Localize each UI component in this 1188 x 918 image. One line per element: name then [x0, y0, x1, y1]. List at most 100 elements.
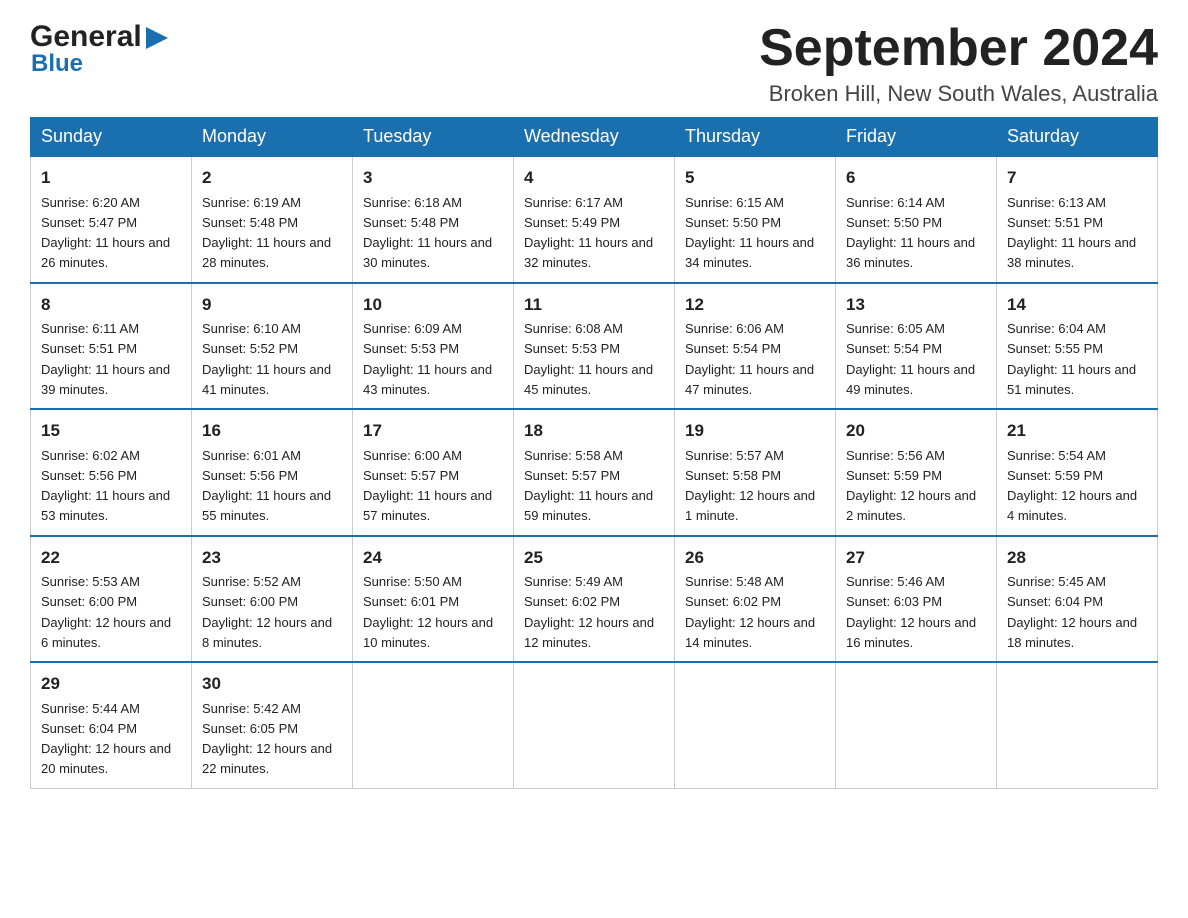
- calendar-cell: 23 Sunrise: 5:52 AMSunset: 6:00 PMDaylig…: [192, 536, 353, 663]
- day-number: 20: [846, 418, 986, 444]
- day-info: Sunrise: 5:48 AMSunset: 6:02 PMDaylight:…: [685, 574, 815, 650]
- day-number: 24: [363, 545, 503, 571]
- calendar-cell: 11 Sunrise: 6:08 AMSunset: 5:53 PMDaylig…: [514, 283, 675, 410]
- calendar-cell: 27 Sunrise: 5:46 AMSunset: 6:03 PMDaylig…: [836, 536, 997, 663]
- logo-text-blue: Blue: [30, 50, 168, 78]
- day-info: Sunrise: 6:09 AMSunset: 5:53 PMDaylight:…: [363, 321, 492, 397]
- calendar-cell: 8 Sunrise: 6:11 AMSunset: 5:51 PMDayligh…: [31, 283, 192, 410]
- calendar-cell: 5 Sunrise: 6:15 AMSunset: 5:50 PMDayligh…: [675, 156, 836, 283]
- calendar-cell: 28 Sunrise: 5:45 AMSunset: 6:04 PMDaylig…: [997, 536, 1158, 663]
- day-info: Sunrise: 6:06 AMSunset: 5:54 PMDaylight:…: [685, 321, 814, 397]
- header-friday: Friday: [836, 118, 997, 157]
- calendar-cell: 4 Sunrise: 6:17 AMSunset: 5:49 PMDayligh…: [514, 156, 675, 283]
- calendar-cell: 17 Sunrise: 6:00 AMSunset: 5:57 PMDaylig…: [353, 409, 514, 536]
- logo-arrow-icon: [146, 20, 168, 54]
- day-number: 26: [685, 545, 825, 571]
- day-info: Sunrise: 5:53 AMSunset: 6:00 PMDaylight:…: [41, 574, 171, 650]
- day-number: 11: [524, 292, 664, 318]
- header-sunday: Sunday: [31, 118, 192, 157]
- header-thursday: Thursday: [675, 118, 836, 157]
- day-number: 12: [685, 292, 825, 318]
- calendar-cell: 9 Sunrise: 6:10 AMSunset: 5:52 PMDayligh…: [192, 283, 353, 410]
- day-info: Sunrise: 6:19 AMSunset: 5:48 PMDaylight:…: [202, 195, 331, 271]
- calendar-cell: 18 Sunrise: 5:58 AMSunset: 5:57 PMDaylig…: [514, 409, 675, 536]
- day-info: Sunrise: 5:56 AMSunset: 5:59 PMDaylight:…: [846, 448, 976, 524]
- day-number: 7: [1007, 165, 1147, 191]
- day-number: 13: [846, 292, 986, 318]
- calendar-cell: 20 Sunrise: 5:56 AMSunset: 5:59 PMDaylig…: [836, 409, 997, 536]
- day-info: Sunrise: 6:10 AMSunset: 5:52 PMDaylight:…: [202, 321, 331, 397]
- calendar-cell: 30 Sunrise: 5:42 AMSunset: 6:05 PMDaylig…: [192, 662, 353, 788]
- calendar-cell: 25 Sunrise: 5:49 AMSunset: 6:02 PMDaylig…: [514, 536, 675, 663]
- header-saturday: Saturday: [997, 118, 1158, 157]
- day-info: Sunrise: 5:49 AMSunset: 6:02 PMDaylight:…: [524, 574, 654, 650]
- day-info: Sunrise: 6:11 AMSunset: 5:51 PMDaylight:…: [41, 321, 170, 397]
- calendar-cell: [353, 662, 514, 788]
- day-number: 19: [685, 418, 825, 444]
- day-info: Sunrise: 6:02 AMSunset: 5:56 PMDaylight:…: [41, 448, 170, 524]
- week-row-1: 1 Sunrise: 6:20 AMSunset: 5:47 PMDayligh…: [31, 156, 1158, 283]
- day-number: 3: [363, 165, 503, 191]
- calendar-cell: [836, 662, 997, 788]
- day-number: 29: [41, 671, 181, 697]
- day-number: 25: [524, 545, 664, 571]
- day-info: Sunrise: 6:14 AMSunset: 5:50 PMDaylight:…: [846, 195, 975, 271]
- day-number: 18: [524, 418, 664, 444]
- calendar-cell: 1 Sunrise: 6:20 AMSunset: 5:47 PMDayligh…: [31, 156, 192, 283]
- day-info: Sunrise: 5:52 AMSunset: 6:00 PMDaylight:…: [202, 574, 332, 650]
- day-info: Sunrise: 6:00 AMSunset: 5:57 PMDaylight:…: [363, 448, 492, 524]
- calendar-cell: [514, 662, 675, 788]
- logo-text-general: General: [30, 20, 142, 54]
- header-monday: Monday: [192, 118, 353, 157]
- day-info: Sunrise: 6:13 AMSunset: 5:51 PMDaylight:…: [1007, 195, 1136, 271]
- location-title: Broken Hill, New South Wales, Australia: [759, 81, 1158, 107]
- logo-line1: General: [30, 20, 168, 54]
- calendar-cell: 14 Sunrise: 6:04 AMSunset: 5:55 PMDaylig…: [997, 283, 1158, 410]
- day-number: 28: [1007, 545, 1147, 571]
- calendar-cell: 22 Sunrise: 5:53 AMSunset: 6:00 PMDaylig…: [31, 536, 192, 663]
- calendar-cell: 13 Sunrise: 6:05 AMSunset: 5:54 PMDaylig…: [836, 283, 997, 410]
- week-row-5: 29 Sunrise: 5:44 AMSunset: 6:04 PMDaylig…: [31, 662, 1158, 788]
- day-info: Sunrise: 6:20 AMSunset: 5:47 PMDaylight:…: [41, 195, 170, 271]
- day-number: 17: [363, 418, 503, 444]
- calendar-cell: 29 Sunrise: 5:44 AMSunset: 6:04 PMDaylig…: [31, 662, 192, 788]
- day-info: Sunrise: 6:18 AMSunset: 5:48 PMDaylight:…: [363, 195, 492, 271]
- day-info: Sunrise: 6:01 AMSunset: 5:56 PMDaylight:…: [202, 448, 331, 524]
- day-info: Sunrise: 5:58 AMSunset: 5:57 PMDaylight:…: [524, 448, 653, 524]
- calendar-cell: [997, 662, 1158, 788]
- page-header: General Blue September 2024 Broken Hill,…: [30, 20, 1158, 107]
- day-number: 27: [846, 545, 986, 571]
- day-number: 23: [202, 545, 342, 571]
- week-row-2: 8 Sunrise: 6:11 AMSunset: 5:51 PMDayligh…: [31, 283, 1158, 410]
- day-number: 9: [202, 292, 342, 318]
- day-number: 1: [41, 165, 181, 191]
- day-info: Sunrise: 5:42 AMSunset: 6:05 PMDaylight:…: [202, 701, 332, 777]
- day-headers-row: Sunday Monday Tuesday Wednesday Thursday…: [31, 118, 1158, 157]
- week-row-4: 22 Sunrise: 5:53 AMSunset: 6:00 PMDaylig…: [31, 536, 1158, 663]
- day-info: Sunrise: 5:45 AMSunset: 6:04 PMDaylight:…: [1007, 574, 1137, 650]
- calendar-cell: 15 Sunrise: 6:02 AMSunset: 5:56 PMDaylig…: [31, 409, 192, 536]
- day-number: 22: [41, 545, 181, 571]
- day-number: 30: [202, 671, 342, 697]
- day-number: 15: [41, 418, 181, 444]
- day-info: Sunrise: 6:05 AMSunset: 5:54 PMDaylight:…: [846, 321, 975, 397]
- day-info: Sunrise: 5:46 AMSunset: 6:03 PMDaylight:…: [846, 574, 976, 650]
- header-wednesday: Wednesday: [514, 118, 675, 157]
- week-row-3: 15 Sunrise: 6:02 AMSunset: 5:56 PMDaylig…: [31, 409, 1158, 536]
- day-number: 5: [685, 165, 825, 191]
- calendar-cell: 2 Sunrise: 6:19 AMSunset: 5:48 PMDayligh…: [192, 156, 353, 283]
- day-number: 21: [1007, 418, 1147, 444]
- day-info: Sunrise: 5:54 AMSunset: 5:59 PMDaylight:…: [1007, 448, 1137, 524]
- calendar-cell: 12 Sunrise: 6:06 AMSunset: 5:54 PMDaylig…: [675, 283, 836, 410]
- calendar-cell: 26 Sunrise: 5:48 AMSunset: 6:02 PMDaylig…: [675, 536, 836, 663]
- header-tuesday: Tuesday: [353, 118, 514, 157]
- day-number: 2: [202, 165, 342, 191]
- calendar-cell: [675, 662, 836, 788]
- day-number: 14: [1007, 292, 1147, 318]
- calendar-cell: 3 Sunrise: 6:18 AMSunset: 5:48 PMDayligh…: [353, 156, 514, 283]
- day-info: Sunrise: 6:08 AMSunset: 5:53 PMDaylight:…: [524, 321, 653, 397]
- calendar-cell: 24 Sunrise: 5:50 AMSunset: 6:01 PMDaylig…: [353, 536, 514, 663]
- calendar-cell: 16 Sunrise: 6:01 AMSunset: 5:56 PMDaylig…: [192, 409, 353, 536]
- title-block: September 2024 Broken Hill, New South Wa…: [759, 20, 1158, 107]
- calendar-cell: 7 Sunrise: 6:13 AMSunset: 5:51 PMDayligh…: [997, 156, 1158, 283]
